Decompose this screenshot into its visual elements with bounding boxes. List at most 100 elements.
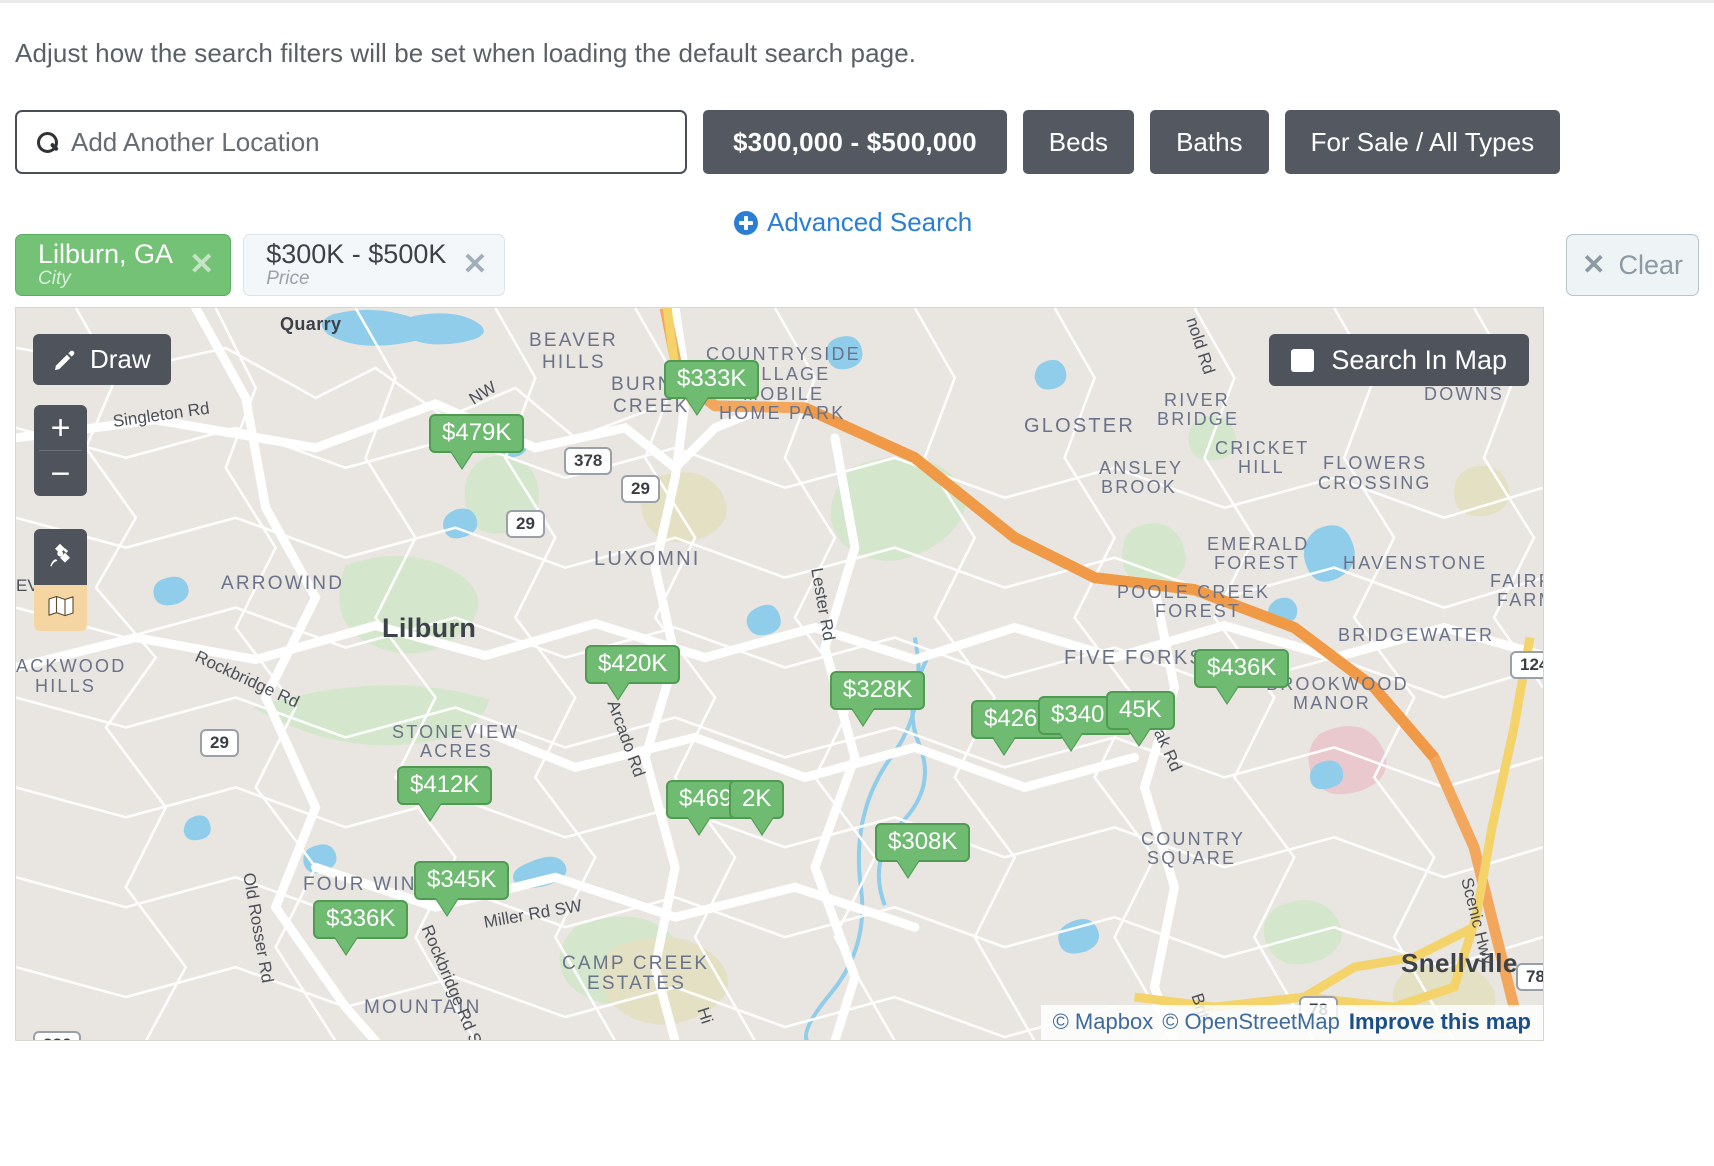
search-in-map-label: Search In Map xyxy=(1331,344,1507,375)
map-place-label: EMERALD xyxy=(1207,534,1310,554)
zoom-out-button[interactable]: − xyxy=(34,451,87,496)
map-route-shield: 78 xyxy=(1516,963,1543,991)
map-place-label: BRIDGE xyxy=(1157,409,1240,429)
map-place-label: HILLS xyxy=(35,676,97,696)
price-marker[interactable]: $336K xyxy=(313,900,409,954)
filter-tag-city-value: Lilburn, GA xyxy=(38,239,174,270)
active-filter-tags: Lilburn, GA City ✕ $300K - $500K Price ✕ xyxy=(15,234,505,296)
price-marker-tip xyxy=(451,451,473,468)
location-input-placeholder: Add Another Location xyxy=(71,126,320,157)
draw-button-label: Draw xyxy=(90,344,151,374)
map-place-label: GLOSTER xyxy=(1024,415,1135,437)
map-place-label: FAIRFIE xyxy=(1490,571,1543,591)
map-view-button[interactable] xyxy=(34,585,87,631)
map-route-shield: 236 xyxy=(33,1031,82,1040)
map-place-label: BRIDGEWATER xyxy=(1338,625,1495,645)
map-route-shield: 29 xyxy=(200,729,239,757)
map-place-label: ARROWIND xyxy=(221,573,345,594)
map-place-label: CROSSING xyxy=(1318,473,1432,493)
search-in-map-toggle[interactable]: Search In Map xyxy=(1269,334,1529,386)
map-place-label: LUXOMNI xyxy=(594,548,701,570)
price-marker-tip xyxy=(436,898,458,915)
advanced-search-label: Advanced Search xyxy=(767,207,973,237)
draw-button[interactable]: Draw xyxy=(33,334,171,385)
osm-attribution-link[interactable]: © OpenStreetMap xyxy=(1162,1009,1340,1035)
map-place-label: Lilburn xyxy=(382,613,477,643)
default-search-settings-page: Adjust how the search filters will be se… xyxy=(0,0,1714,1166)
price-marker-label: $420K xyxy=(585,645,681,684)
top-divider xyxy=(0,0,1714,3)
price-marker-label: $479K xyxy=(429,414,525,453)
baths-filter-button[interactable]: Baths xyxy=(1150,110,1269,174)
map-place-label: HILLS xyxy=(542,352,606,373)
zoom-controls[interactable]: + − xyxy=(34,405,87,496)
price-marker[interactable]: $436K xyxy=(1194,649,1290,703)
price-marker-tip xyxy=(751,817,773,834)
price-marker-label: 45K xyxy=(1106,691,1175,730)
price-filter-button[interactable]: $300,000 - $500,000 xyxy=(703,110,1007,174)
price-marker[interactable]: $308K xyxy=(875,823,971,877)
filter-tag-city[interactable]: Lilburn, GA City ✕ xyxy=(15,234,232,296)
price-marker[interactable]: $328K xyxy=(830,671,926,725)
map-place-label: ACRES xyxy=(420,741,494,761)
map-place-label: HILL xyxy=(1238,457,1285,477)
map-place-label: HAVENSTONE xyxy=(1343,553,1488,573)
filter-tag-price-type: Price xyxy=(266,268,310,290)
map-route-shield: 29 xyxy=(621,475,660,503)
map-place-label: Snellville xyxy=(1401,948,1518,978)
map-place-label: FLOWERS xyxy=(1323,453,1428,473)
price-marker-tip xyxy=(607,682,629,699)
price-marker[interactable]: 2K xyxy=(729,780,785,834)
price-marker-label: $333K xyxy=(664,360,760,399)
listing-type-filter-button[interactable]: For Sale / All Types xyxy=(1284,110,1561,174)
advanced-search-link[interactable]: Advanced Search xyxy=(734,207,972,238)
map-place-label: CAMP CREEK xyxy=(562,953,710,974)
map-place-label: RIVER xyxy=(1164,390,1231,410)
price-marker-tip xyxy=(993,737,1015,754)
price-marker[interactable]: $333K xyxy=(664,360,760,414)
clear-filters-button[interactable]: ✕ Clear xyxy=(1566,234,1699,296)
price-marker-tip xyxy=(419,803,441,820)
location-search-field[interactable]: Add Another Location xyxy=(15,110,687,174)
map-place-label: MANOR xyxy=(1293,693,1371,713)
close-icon: ✕ xyxy=(1582,249,1606,280)
plus-circle-icon xyxy=(734,210,758,235)
map-place-label: ANSLEY xyxy=(1099,458,1184,478)
property-map[interactable]: Quarry BEAVER HILLS COUNTRYSIDE VILLAGE MOBIL… xyxy=(15,307,1544,1041)
page-description: Adjust how the search filters will be se… xyxy=(15,38,917,68)
close-icon[interactable]: ✕ xyxy=(462,250,487,280)
map-icon xyxy=(47,595,74,622)
map-place-label: Quarry xyxy=(280,314,342,334)
price-marker[interactable]: $345K xyxy=(414,861,510,915)
price-marker-tip xyxy=(688,817,710,834)
satellite-view-button[interactable] xyxy=(34,529,87,585)
map-place-label: FOREST xyxy=(1214,553,1301,573)
filter-tag-price-value: $300K - $500K xyxy=(266,239,447,270)
satellite-icon xyxy=(48,542,74,573)
close-icon[interactable]: ✕ xyxy=(189,250,214,280)
map-place-label: HOME PARK xyxy=(719,403,846,423)
search-icon xyxy=(37,132,58,153)
map-place-label: DOWNS xyxy=(1424,384,1504,404)
map-place-label: FARM xyxy=(1497,590,1543,610)
checkbox-icon xyxy=(1291,348,1315,372)
map-place-label: ESTATES xyxy=(587,973,687,994)
price-marker[interactable]: $412K xyxy=(397,766,493,820)
map-place-label: POOLE CREEK xyxy=(1117,582,1271,602)
map-place-label: FOREST xyxy=(1155,601,1242,621)
price-marker[interactable]: $479K xyxy=(429,414,525,468)
filter-tag-city-type: City xyxy=(38,268,71,290)
map-place-label: FIVE FORKS xyxy=(1064,647,1205,669)
zoom-in-button[interactable]: + xyxy=(34,405,87,450)
price-marker-tip xyxy=(1216,686,1238,703)
map-route-shield: 29 xyxy=(506,510,545,538)
improve-map-link[interactable]: Improve this map xyxy=(1349,1009,1531,1035)
price-marker[interactable]: $420K xyxy=(585,645,681,699)
price-marker-tip xyxy=(897,860,919,877)
price-marker[interactable]: 45K xyxy=(1106,691,1175,745)
price-marker-label: $345K xyxy=(414,861,510,900)
pencil-icon xyxy=(53,348,76,371)
beds-filter-button[interactable]: Beds xyxy=(1022,110,1135,174)
filter-tag-price[interactable]: $300K - $500K Price ✕ xyxy=(243,234,505,296)
mapbox-attribution-link[interactable]: © Mapbox xyxy=(1053,1009,1154,1035)
